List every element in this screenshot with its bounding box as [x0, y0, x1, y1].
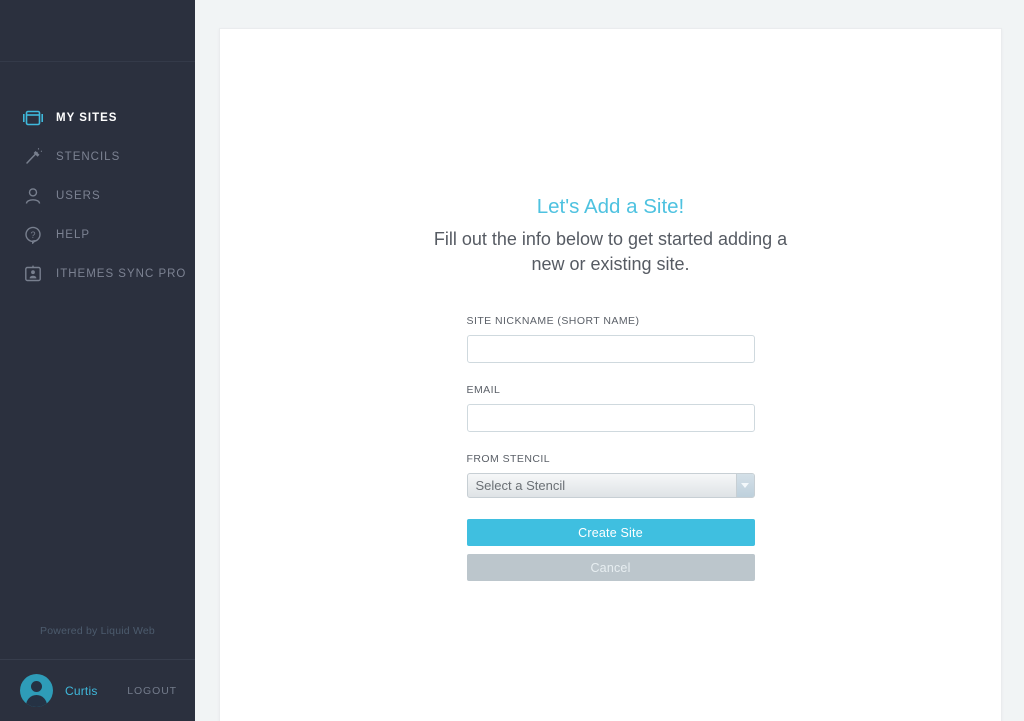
- sidebar-item-label: ITHEMES SYNC PRO: [56, 267, 187, 280]
- stencil-select[interactable]: Select a Stencil: [466, 473, 755, 498]
- email-input[interactable]: [466, 404, 755, 432]
- sidebar-item-label: MY SITES: [56, 111, 118, 124]
- sidebar-item-label: STENCILS: [56, 150, 121, 163]
- sidebar-item-my-sites[interactable]: MY SITES: [0, 98, 195, 137]
- sidebar-user-footer: Curtis LOGOUT: [0, 659, 195, 721]
- logout-button[interactable]: LOGOUT: [127, 685, 177, 697]
- email-label: EMAIL: [466, 384, 501, 396]
- page-subtitle: Fill out the info below to get started a…: [433, 229, 788, 274]
- stencil-select-wrapper: Select a Stencil: [466, 473, 755, 498]
- user-name[interactable]: Curtis: [65, 684, 98, 698]
- chevron-down-icon[interactable]: [735, 474, 754, 497]
- site-nickname-label: SITE NICKNAME (SHORT NAME): [466, 315, 640, 327]
- sidebar-item-users[interactable]: USERS: [0, 176, 195, 215]
- cancel-button[interactable]: Cancel: [466, 554, 755, 581]
- avatar-head: [31, 681, 42, 692]
- main-content-card: Let's Add a Site! Fill out the info belo…: [219, 28, 1002, 721]
- question-bubble-icon: ?: [22, 224, 44, 246]
- sidebar-header: [0, 0, 195, 62]
- sidebar-nav: MY SITES STENCILS USERS ? HELP ITHEMES S…: [0, 62, 195, 625]
- avatar-body: [26, 695, 47, 707]
- sidebar-item-label: USERS: [56, 189, 101, 202]
- sidebar-item-ithemes-sync-pro[interactable]: ITHEMES SYNC PRO: [0, 254, 195, 293]
- sidebar-item-help[interactable]: ? HELP: [0, 215, 195, 254]
- site-nickname-input[interactable]: [466, 335, 755, 363]
- sidebar-item-label: HELP: [56, 228, 91, 241]
- browser-window-icon: [22, 107, 44, 129]
- page-title: Let's Add a Site!: [536, 195, 685, 218]
- person-icon: [22, 185, 44, 207]
- svg-text:?: ?: [30, 230, 35, 240]
- powered-by-text: Powered by Liquid Web: [40, 625, 155, 637]
- add-site-form: Let's Add a Site! Fill out the info belo…: [434, 29, 787, 581]
- create-site-button[interactable]: Create Site: [466, 519, 755, 546]
- from-stencil-label: FROM STENCIL: [466, 453, 551, 465]
- magic-wand-icon: [22, 146, 44, 168]
- sidebar-item-stencils[interactable]: STENCILS: [0, 137, 195, 176]
- sync-box-icon: [22, 263, 44, 285]
- app-root: MY SITES STENCILS USERS ? HELP ITHEMES S…: [0, 0, 1024, 721]
- sidebar: MY SITES STENCILS USERS ? HELP ITHEMES S…: [0, 0, 195, 721]
- user-avatar-icon[interactable]: [20, 674, 53, 707]
